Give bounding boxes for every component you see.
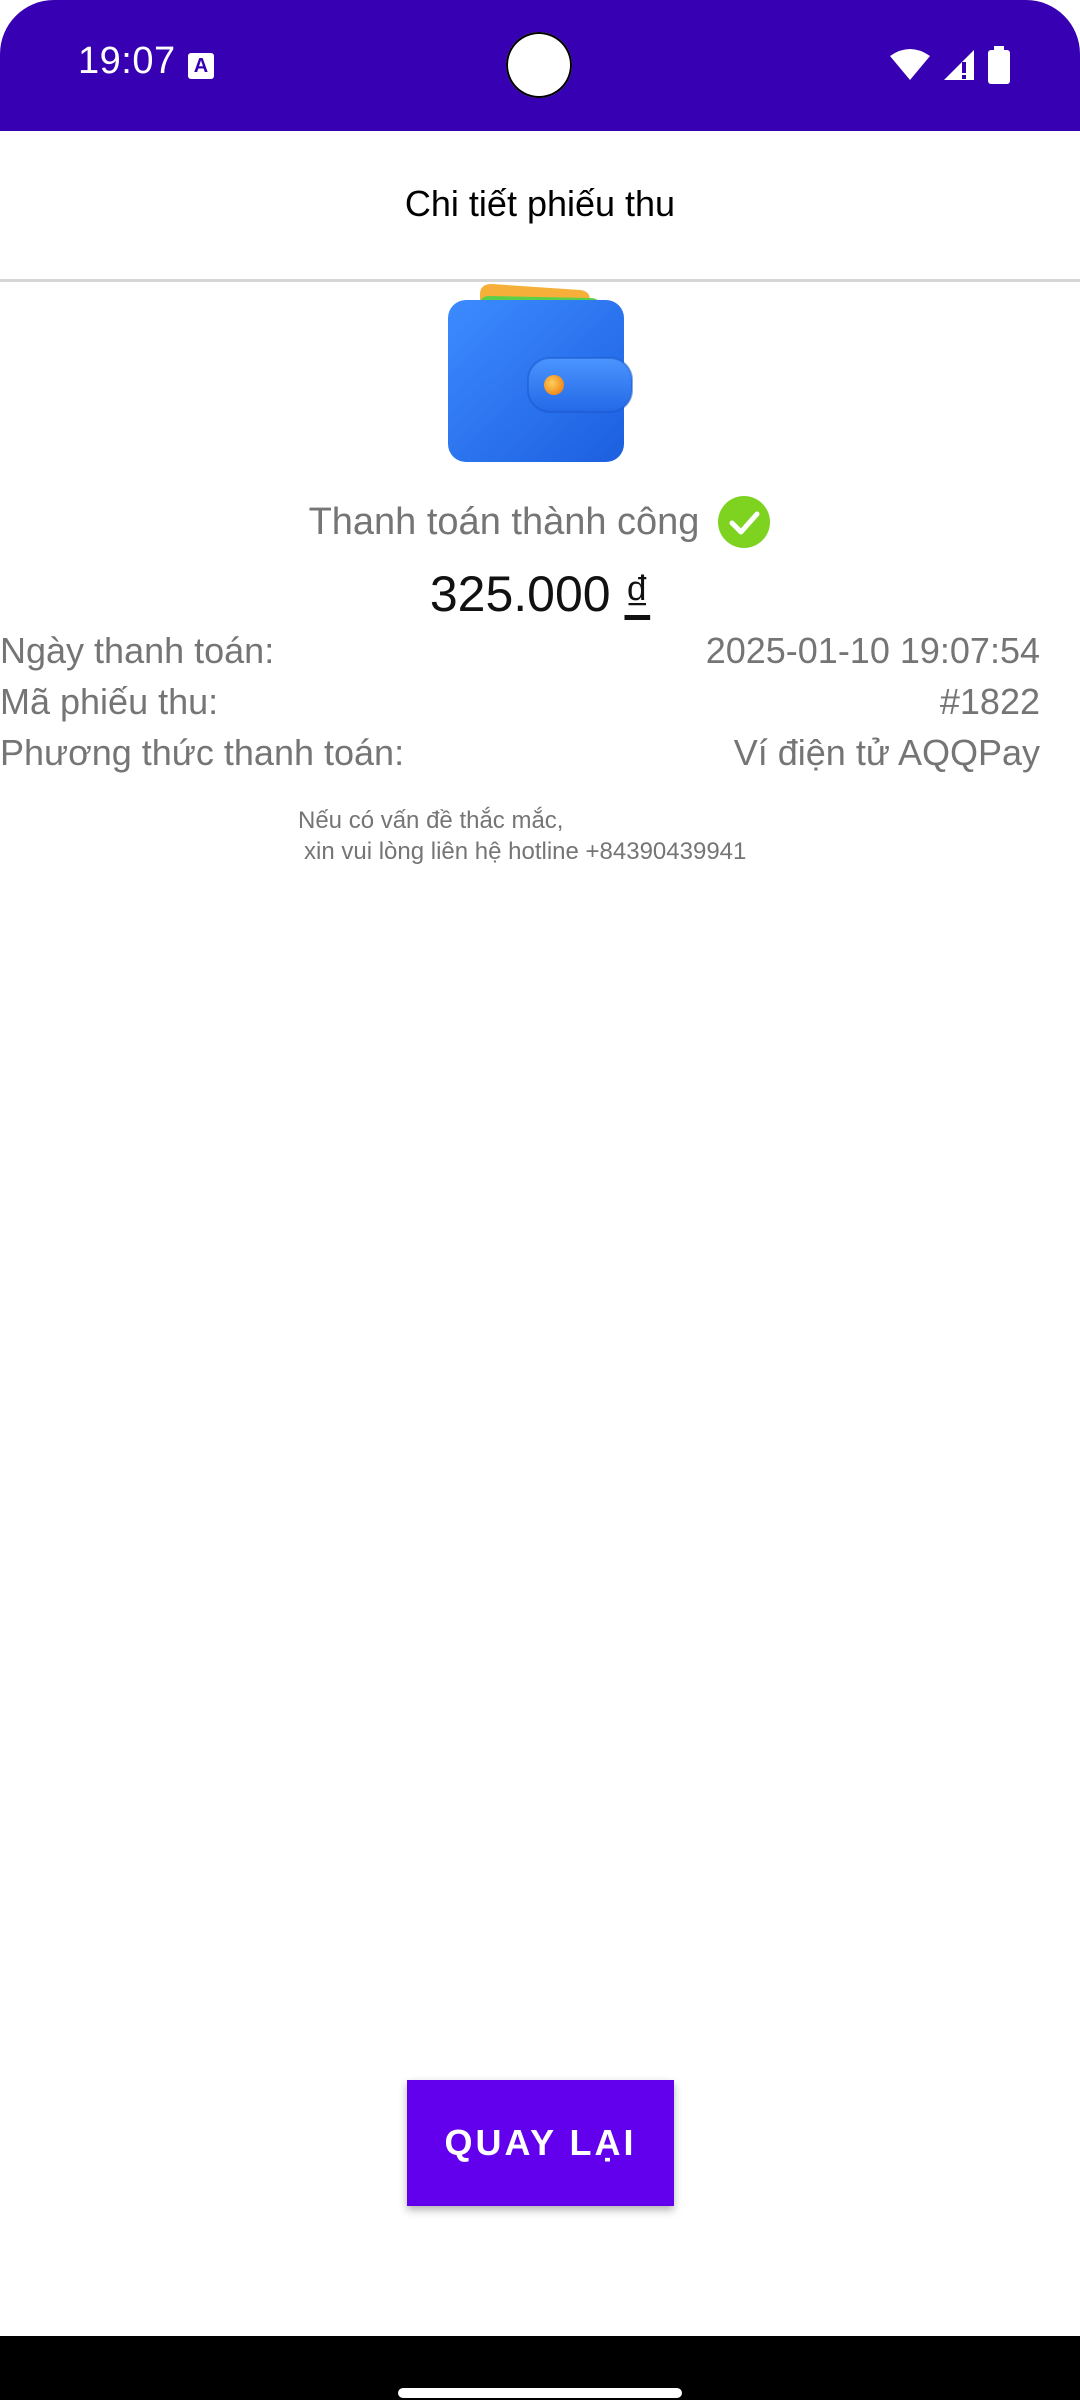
- payment-method-row: Phương thức thanh toán: Ví điện tử AQQPa…: [0, 732, 1040, 782]
- support-note: Nếu có vấn đề thắc mắc, xin vui lòng liê…: [0, 805, 1080, 867]
- wallet-icon: [448, 284, 633, 462]
- wallet-illustration: [440, 280, 640, 470]
- receipt-id-label: Mã phiếu thu:: [0, 681, 219, 722]
- camera-cutout: [506, 32, 572, 98]
- receipt-detail-screen: 19:07 A Chi tiết phiếu thu Thanh toán th…: [0, 0, 1080, 2400]
- receipt-id-row: Mã phiếu thu: #1822: [0, 681, 1040, 731]
- currency-symbol: ₫: [624, 566, 651, 622]
- notification-icon: A: [188, 53, 214, 79]
- payment-status-text: Thanh toán thành công: [308, 500, 700, 543]
- receipt-id-value: #1822: [939, 681, 1040, 722]
- status-time: 19:07: [78, 40, 176, 82]
- status-icons: [890, 45, 1010, 85]
- amount-value: 325.000: [429, 566, 611, 622]
- status-bar: 19:07 A: [0, 0, 1080, 131]
- amount: 325.000 ₫: [0, 565, 1080, 623]
- toolbar: Chi tiết phiếu thu: [0, 131, 1080, 282]
- payment-status: Thanh toán thành công: [0, 495, 1080, 549]
- support-note-line1: Nếu có vấn đề thắc mắc,: [298, 807, 564, 834]
- payment-date-value: 2025-01-10 19:07:54: [705, 630, 1040, 671]
- back-button[interactable]: QUAY LẠI: [407, 2080, 674, 2206]
- page-title: Chi tiết phiếu thu: [404, 183, 676, 224]
- payment-method-label: Phương thức thanh toán:: [0, 732, 405, 773]
- payment-method-value: Ví điện tử AQQPay: [733, 732, 1040, 773]
- wifi-icon: [890, 49, 930, 80]
- home-indicator[interactable]: [398, 2388, 682, 2398]
- signal-icon: [944, 50, 974, 80]
- payment-date-row: Ngày thanh toán: 2025-01-10 19:07:54: [0, 630, 1040, 680]
- support-note-line2: xin vui lòng liên hệ hotline +8439043994…: [304, 838, 747, 865]
- battery-icon: [988, 46, 1010, 84]
- payment-date-label: Ngày thanh toán:: [0, 630, 275, 671]
- check-circle-icon: [718, 496, 771, 548]
